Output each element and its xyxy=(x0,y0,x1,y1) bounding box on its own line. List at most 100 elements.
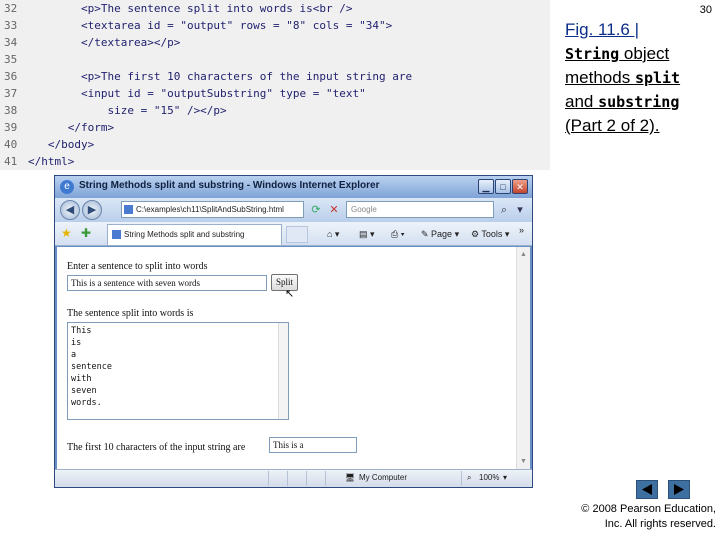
status-divider xyxy=(461,471,462,486)
ie-logo-icon: e xyxy=(60,180,74,194)
navigation-bar: ◀ ▶ C:\examples\ch11\SplitAndSubString.h… xyxy=(55,198,532,222)
code-line: 39 </form> xyxy=(0,119,114,136)
status-bar: 🖥 My Computer ⌕ 100% ▾ xyxy=(55,469,532,487)
title-bar[interactable]: e String Methods split and substring - W… xyxy=(55,176,532,198)
status-divider xyxy=(268,471,269,486)
status-divider xyxy=(325,471,326,486)
code-text: </form> xyxy=(28,121,115,134)
code-text: <p>The first 10 characters of the input … xyxy=(28,70,413,83)
line-number: 32 xyxy=(4,2,18,15)
previous-slide-button[interactable] xyxy=(636,480,658,499)
next-slide-button[interactable] xyxy=(668,480,690,499)
page-scrollbar[interactable]: ▲ ▼ xyxy=(516,247,530,469)
code-line: 35 xyxy=(0,51,28,68)
security-zone: My Computer xyxy=(359,473,408,482)
favorites-star-icon[interactable]: ★ xyxy=(61,226,72,240)
mouse-cursor-icon: ↖ xyxy=(285,288,295,300)
tab-string-methods[interactable]: String Methods split and substring xyxy=(107,224,282,245)
print-icon[interactable]: ⎙ ▾ xyxy=(391,227,404,241)
new-tab-button[interactable] xyxy=(286,226,308,243)
code-text: </textarea></p> xyxy=(28,36,181,49)
code-line: 34 </textarea></p> xyxy=(0,34,180,51)
close-button[interactable]: ✕ xyxy=(512,179,528,194)
line-number: 36 xyxy=(4,70,18,83)
output-textarea[interactable]: This is a sentence with seven words. xyxy=(67,322,289,420)
code-line: 38 size = "15" /></p> xyxy=(0,102,227,119)
status-divider xyxy=(306,471,307,486)
window-title: String Methods split and substring - Win… xyxy=(79,180,380,191)
page-icon xyxy=(112,230,121,239)
zoom-dropdown-icon[interactable]: ▾ xyxy=(503,470,507,486)
address-bar[interactable]: C:\examples\ch11\SplitAndSubString.html xyxy=(121,201,304,218)
page-menu[interactable]: ✎ Page ▾ xyxy=(421,227,459,241)
scroll-up-icon[interactable]: ▲ xyxy=(519,250,528,259)
caption-string-keyword: String xyxy=(565,45,620,63)
code-listing: 32 <p>The sentence split into words is<b… xyxy=(0,0,550,170)
page-menu-label: Page xyxy=(431,229,453,239)
word-line: is xyxy=(71,338,82,348)
zoom-icon[interactable]: ⌕ xyxy=(467,470,471,486)
line-number: 40 xyxy=(4,138,18,151)
tools-menu[interactable]: ⚙ Tools ▾ xyxy=(471,227,509,241)
line-number: 34 xyxy=(4,36,18,49)
zoom-level[interactable]: 100% xyxy=(479,470,499,486)
line-number: 39 xyxy=(4,121,18,134)
figure-caption: Fig. 11.6 | String object methods split … xyxy=(565,18,715,138)
address-text: C:\examples\ch11\SplitAndSubString.html xyxy=(136,205,284,214)
code-line: 36 <p>The first 10 characters of the inp… xyxy=(0,68,412,85)
copyright-line: Inc. All rights reserved. xyxy=(604,518,716,530)
refresh-icon[interactable]: ⟳ xyxy=(308,202,324,218)
code-text: <p>The sentence split into words is<br /… xyxy=(28,2,353,15)
word-line: words. xyxy=(71,398,102,408)
back-icon[interactable]: ◀ xyxy=(60,200,80,220)
figure-number[interactable]: Fig. 11.6 | xyxy=(565,20,639,39)
browser-window: e String Methods split and substring - W… xyxy=(54,175,533,488)
code-line: 40 </body> xyxy=(0,136,94,153)
line-number: 35 xyxy=(4,53,18,66)
page-content: Enter a sentence to split into words Thi… xyxy=(57,247,516,469)
output-substring-input[interactable]: This is a xyxy=(269,437,357,453)
arrow-right-icon xyxy=(674,484,684,495)
substring-label: The first 10 characters of the input str… xyxy=(67,442,246,453)
textarea-scrollbar[interactable] xyxy=(278,323,288,419)
search-options-icon[interactable]: ▾ xyxy=(514,202,526,218)
caption-part: (Part 2 of 2). xyxy=(565,116,660,135)
sentence-input[interactable]: This is a sentence with seven words xyxy=(67,275,267,291)
code-line: 37 <input id = "outputSubstring" type = … xyxy=(0,85,366,102)
sentence-prompt-label: Enter a sentence to split into words xyxy=(67,261,208,272)
feeds-icon[interactable]: ▤ ▾ xyxy=(359,227,375,241)
code-text: <input id = "outputSubstring" type = "te… xyxy=(28,87,366,100)
caption-split-keyword: split xyxy=(634,69,681,87)
computer-zone-icon: 🖥 xyxy=(345,473,356,482)
forward-icon[interactable]: ▶ xyxy=(82,200,102,220)
status-divider xyxy=(287,471,288,486)
caption-substring-keyword: substring xyxy=(598,93,680,111)
code-text: <textarea id = "output" rows = "8" cols … xyxy=(28,19,393,32)
result-label: The sentence split into words is xyxy=(67,308,194,319)
word-line: This xyxy=(71,326,92,336)
tab-bar: ★ ✚ String Methods split and substring ⌂… xyxy=(55,222,532,246)
page-icon xyxy=(124,205,133,214)
word-line: with xyxy=(71,374,92,384)
search-icon[interactable]: ⌕ xyxy=(496,202,512,218)
word-line: seven xyxy=(71,386,97,396)
search-box[interactable]: Google xyxy=(346,201,494,218)
code-line: 41 </html> xyxy=(0,153,74,170)
code-text: </body> xyxy=(28,138,95,151)
maximize-button[interactable]: □ xyxy=(495,179,511,194)
copyright-notice: © 2008 Pearson Education, Inc. All right… xyxy=(560,502,716,532)
home-icon[interactable]: ⌂ ▾ xyxy=(327,227,339,241)
minimize-button[interactable]: ▁ xyxy=(478,179,494,194)
code-text: </html> xyxy=(28,155,75,168)
stop-icon[interactable]: ✕ xyxy=(326,202,342,218)
word-line: sentence xyxy=(71,362,112,372)
line-number: 33 xyxy=(4,19,18,32)
add-favorites-icon[interactable]: ✚ xyxy=(81,226,91,240)
code-line: 33 <textarea id = "output" rows = "8" co… xyxy=(0,17,392,34)
scroll-down-icon[interactable]: ▼ xyxy=(519,457,528,466)
tab-title: String Methods split and substring xyxy=(124,230,245,239)
more-commands-icon[interactable]: » xyxy=(519,223,524,237)
line-number: 41 xyxy=(4,155,18,168)
caption-text: and xyxy=(565,92,599,111)
arrow-left-icon xyxy=(642,484,652,495)
